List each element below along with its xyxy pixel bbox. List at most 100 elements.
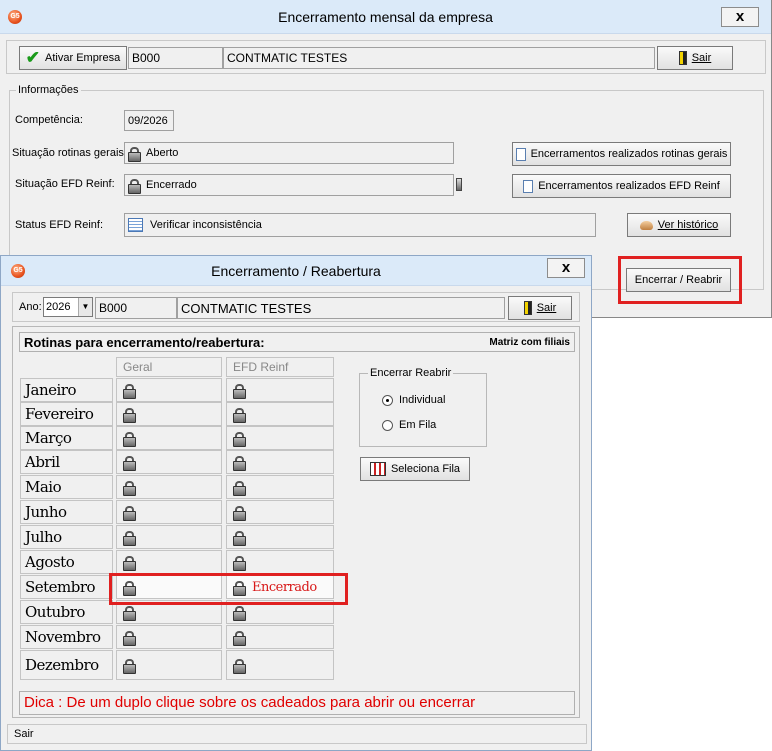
ano-value: 2026	[46, 301, 71, 313]
lock-icon[interactable]	[123, 530, 136, 546]
encerramento-dialog: G5 Encerramento / Reabertura x Ano: 2026…	[0, 255, 592, 751]
lock-icon[interactable]	[233, 407, 246, 423]
lock-cell-efd[interactable]	[226, 650, 334, 680]
lock-cell-efd[interactable]	[226, 402, 334, 426]
ano-label: Ano:	[19, 301, 42, 313]
lock-cell-geral[interactable]	[116, 525, 222, 549]
lock-icon[interactable]	[233, 605, 246, 621]
lock-cell-geral[interactable]	[116, 426, 222, 450]
competencia-label: Competência:	[15, 114, 83, 126]
dialog-toolbar: Ano: 2026 ▼ B000 CONTMATIC TESTES Sair	[12, 292, 580, 322]
rotinas-gerais-value: Aberto	[146, 147, 179, 159]
status-efd-field: Verificar inconsistência	[124, 213, 596, 237]
lock-cell-geral[interactable]	[116, 402, 222, 426]
lock-icon[interactable]	[123, 407, 136, 423]
lock-cell-efd[interactable]	[226, 475, 334, 499]
lock-cell-efd[interactable]	[226, 450, 334, 474]
radio-individual-circle[interactable]	[382, 394, 393, 406]
radio-em-fila[interactable]: Em Fila	[382, 419, 436, 431]
check-icon: ✔	[25, 48, 41, 67]
main-titlebar: G5 Encerramento mensal da empresa x	[0, 0, 771, 34]
dialog-close-button[interactable]: x	[547, 258, 585, 278]
status-efd-value: Verificar inconsistência	[150, 219, 262, 231]
door-icon	[523, 301, 532, 315]
rotinas-gerais-label: Situação rotinas gerais:	[12, 147, 127, 159]
lock-cell-geral[interactable]	[116, 650, 222, 680]
lock-icon[interactable]	[233, 658, 246, 674]
lock-cell-efd[interactable]	[226, 378, 334, 402]
lock-icon[interactable]	[123, 431, 136, 447]
ano-select[interactable]: 2026 ▼	[43, 297, 93, 317]
radio-em-fila-label: Em Fila	[399, 419, 437, 431]
status-bar-text: Sair	[14, 728, 34, 740]
document-icon	[515, 147, 526, 161]
sair-button[interactable]: Sair	[657, 46, 733, 70]
lock-icon[interactable]	[233, 555, 246, 571]
lock-icon[interactable]	[233, 480, 246, 496]
lock-icon[interactable]	[233, 505, 246, 521]
lock-icon[interactable]	[123, 555, 136, 571]
lock-icon[interactable]	[233, 630, 246, 646]
lock-cell-efd[interactable]	[226, 625, 334, 649]
month-label: Novembro	[20, 625, 113, 649]
ver-historico-button[interactable]: Ver histórico	[627, 213, 731, 237]
efd-reinf-value: Encerrado	[146, 179, 197, 191]
lock-cell-geral[interactable]	[116, 550, 222, 574]
radio-individual[interactable]: Individual	[382, 394, 445, 406]
lock-icon[interactable]	[123, 505, 136, 521]
status-efd-label: Status EFD Reinf:	[15, 219, 104, 231]
lock-cell-efd[interactable]	[226, 500, 334, 524]
lock-cell-efd[interactable]	[226, 550, 334, 574]
lock-icon[interactable]	[123, 455, 136, 471]
battery-icon	[456, 178, 462, 191]
dialog-sair-label: Sair	[536, 302, 557, 314]
dialog-title: Encerramento / Reabertura	[211, 263, 381, 279]
lock-icon[interactable]	[123, 630, 136, 646]
encerramentos-rotinas-label: Encerramentos realizados rotinas gerais	[530, 148, 728, 160]
lock-cell-geral[interactable]	[116, 475, 222, 499]
radio-em-fila-circle[interactable]	[382, 419, 393, 431]
main-toolbar: ✔ Ativar Empresa B000 CONTMATIC TESTES S…	[6, 40, 766, 74]
lock-cell-geral[interactable]	[116, 625, 222, 649]
month-label: Agosto	[20, 550, 113, 574]
lock-icon[interactable]	[123, 605, 136, 621]
encerramentos-rotinas-button[interactable]: Encerramentos realizados rotinas gerais	[512, 142, 731, 166]
lock-cell-efd[interactable]	[226, 426, 334, 450]
month-label: Maio	[20, 475, 113, 499]
lock-cell-efd[interactable]	[226, 525, 334, 549]
lock-icon[interactable]	[233, 530, 246, 546]
lock-icon[interactable]	[123, 383, 136, 399]
app-icon: G5	[11, 264, 25, 278]
month-label: Março	[20, 426, 113, 450]
ativar-empresa-label: Ativar Empresa	[45, 52, 121, 64]
lock-cell-geral[interactable]	[116, 378, 222, 402]
month-label: Fevereiro	[20, 402, 113, 426]
ativar-empresa-button[interactable]: ✔ Ativar Empresa	[19, 46, 127, 70]
dialog-company-name: CONTMATIC TESTES	[177, 297, 505, 319]
chevron-down-icon[interactable]: ▼	[78, 298, 92, 316]
door-icon	[678, 51, 687, 65]
seleciona-fila-button[interactable]: Seleciona Fila	[360, 457, 470, 481]
dialog-sair-button[interactable]: Sair	[508, 296, 572, 320]
highlight-encerrar-reabrir	[618, 256, 742, 304]
month-label: Janeiro	[20, 378, 113, 402]
radio-individual-label: Individual	[399, 394, 446, 406]
lock-icon[interactable]	[123, 658, 136, 674]
lock-icon[interactable]	[233, 383, 246, 399]
highlight-setembro-row	[109, 573, 348, 605]
month-label: Setembro	[20, 575, 113, 599]
encerramentos-efd-button[interactable]: Encerramentos realizados EFD Reinf	[512, 174, 731, 198]
lock-icon[interactable]	[123, 480, 136, 496]
lock-cell-geral[interactable]	[116, 450, 222, 474]
sair-label: Sair	[691, 52, 712, 64]
lock-icon[interactable]	[233, 455, 246, 471]
history-icon	[639, 220, 653, 230]
lock-icon[interactable]	[233, 431, 246, 447]
efd-reinf-field: Encerrado	[124, 174, 454, 196]
encerrar-reabrir-group-label: Encerrar Reabrir	[368, 367, 454, 379]
lock-icon	[128, 178, 141, 194]
lock-cell-geral[interactable]	[116, 500, 222, 524]
main-close-button[interactable]: x	[721, 7, 759, 27]
rotinas-gerais-field: Aberto	[124, 142, 454, 164]
seleciona-fila-label: Seleciona Fila	[390, 463, 461, 475]
